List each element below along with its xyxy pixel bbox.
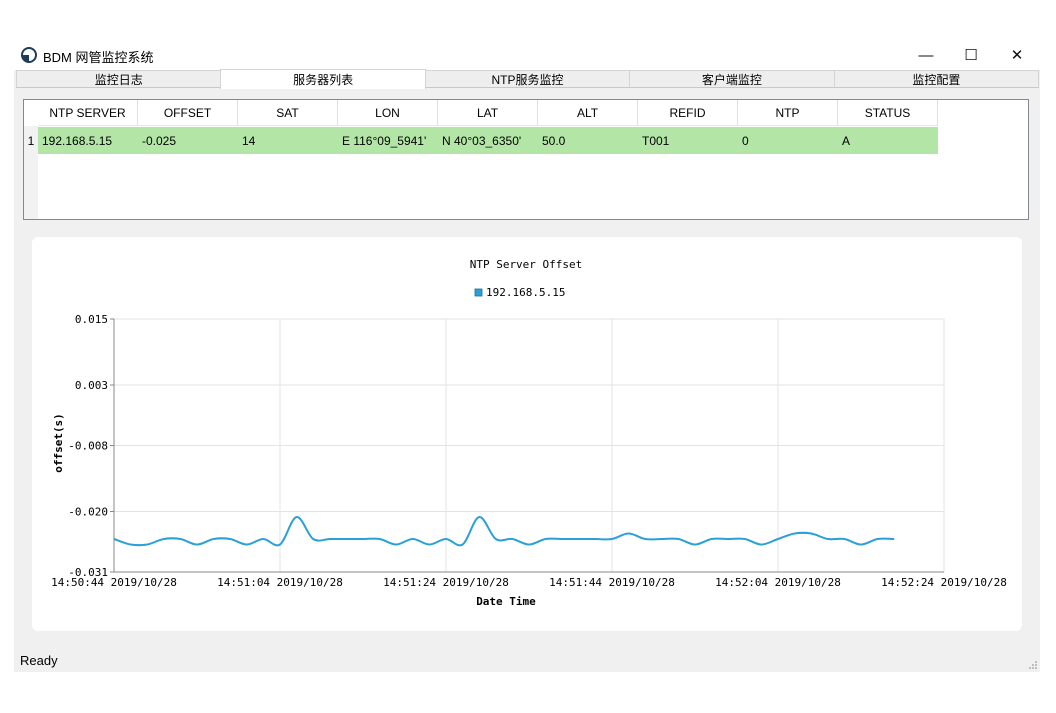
- legend-swatch: [474, 288, 483, 297]
- close-button[interactable]: ✕: [994, 42, 1040, 68]
- maximize-icon: ☐: [964, 47, 978, 64]
- cell-offset[interactable]: -0.025: [138, 127, 238, 154]
- cell-ntp[interactable]: 0: [738, 127, 838, 154]
- offset-chart: 0.015 0.003 -0.008 -0.020 -0.031 14:50:44 201…: [32, 237, 1022, 631]
- window-title: BDM 网管监控系统: [43, 50, 154, 65]
- y-tick-label: -0.008: [68, 440, 108, 453]
- title-bar: BDM 网管监控系统 — ☐ ✕: [0, 40, 1056, 70]
- cell-lon[interactable]: E 116°09_5941': [338, 127, 438, 154]
- column-header-refid[interactable]: REFID: [638, 100, 738, 126]
- chart-title: NTP Server Offset: [470, 258, 583, 271]
- cell-lat[interactable]: N 40°03_6350': [438, 127, 538, 154]
- client-area: 监控日志 服务器列表 NTP服务监控 客户端监控 监控配置 NTP SERVER…: [14, 69, 1040, 672]
- x-tick-label: 14:52:24 2019/10/28: [881, 576, 1007, 589]
- cell-ntp-server[interactable]: 192.168.5.15: [38, 127, 138, 154]
- column-header-ntp-server[interactable]: NTP SERVER: [38, 100, 138, 126]
- column-header-ntp[interactable]: NTP: [738, 100, 838, 126]
- resize-grip-icon[interactable]: [1028, 660, 1038, 670]
- minimize-icon: —: [918, 46, 934, 64]
- x-tick-label: 14:51:44 2019/10/28: [549, 576, 675, 589]
- cell-sat[interactable]: 14: [238, 127, 338, 154]
- cell-status[interactable]: A: [838, 127, 938, 154]
- cell-refid[interactable]: T001: [638, 127, 738, 154]
- column-header-offset[interactable]: OFFSET: [138, 100, 238, 126]
- legend-label: 192.168.5.15: [486, 286, 565, 299]
- y-axis-label: offset(s): [52, 413, 65, 473]
- tab-monitor-log[interactable]: 监控日志: [16, 70, 222, 88]
- minimize-button[interactable]: —: [903, 42, 949, 68]
- table-row[interactable]: 192.168.5.15 -0.025 14 E 116°09_5941' N …: [38, 127, 938, 154]
- x-tick-label: 14:50:44 2019/10/28: [51, 576, 177, 589]
- tab-label: NTP服务监控: [491, 72, 564, 87]
- x-tick-label: 14:51:04 2019/10/28: [217, 576, 343, 589]
- app-logo-icon: [21, 47, 37, 63]
- x-tick-label: 14:52:04 2019/10/28: [715, 576, 841, 589]
- table-corner[interactable]: [24, 100, 38, 126]
- chart-svg: 0.0150.003-0.008-0.020-0.03114:50:44 201…: [51, 258, 1007, 608]
- close-icon: ✕: [1010, 47, 1024, 64]
- tab-server-list[interactable]: 服务器列表: [220, 69, 426, 89]
- y-tick-label: -0.020: [68, 506, 108, 519]
- column-header-lat[interactable]: LAT: [438, 100, 538, 126]
- column-header-status[interactable]: STATUS: [838, 100, 938, 126]
- row-number[interactable]: 1: [24, 128, 38, 154]
- tab-ntp-monitor[interactable]: NTP服务监控: [424, 70, 631, 88]
- tab-bar: 监控日志 服务器列表 NTP服务监控 客户端监控 监控配置: [16, 69, 1040, 89]
- series-line: [113, 516, 895, 547]
- server-table[interactable]: NTP SERVER OFFSET SAT LON LAT ALT REFID …: [23, 99, 1029, 220]
- tab-client-monitor[interactable]: 客户端监控: [629, 70, 835, 88]
- tab-label: 监控配置: [912, 72, 961, 87]
- tab-label: 服务器列表: [293, 73, 354, 87]
- status-bar-text: Ready: [20, 653, 58, 668]
- column-header-sat[interactable]: SAT: [238, 100, 338, 126]
- tab-monitor-config[interactable]: 监控配置: [833, 70, 1040, 88]
- y-tick-label: 0.003: [75, 379, 108, 392]
- x-axis-label: Date Time: [476, 595, 536, 608]
- maximize-button[interactable]: ☐: [948, 42, 994, 68]
- y-tick-label: 0.015: [75, 313, 108, 326]
- table-header: NTP SERVER OFFSET SAT LON LAT ALT REFID …: [38, 100, 938, 126]
- column-header-alt[interactable]: ALT: [538, 100, 638, 126]
- cell-alt[interactable]: 50.0: [538, 127, 638, 154]
- tab-label: 客户端监控: [701, 72, 762, 87]
- tab-label: 监控日志: [94, 72, 143, 87]
- column-header-lon[interactable]: LON: [338, 100, 438, 126]
- x-tick-label: 14:51:24 2019/10/28: [383, 576, 509, 589]
